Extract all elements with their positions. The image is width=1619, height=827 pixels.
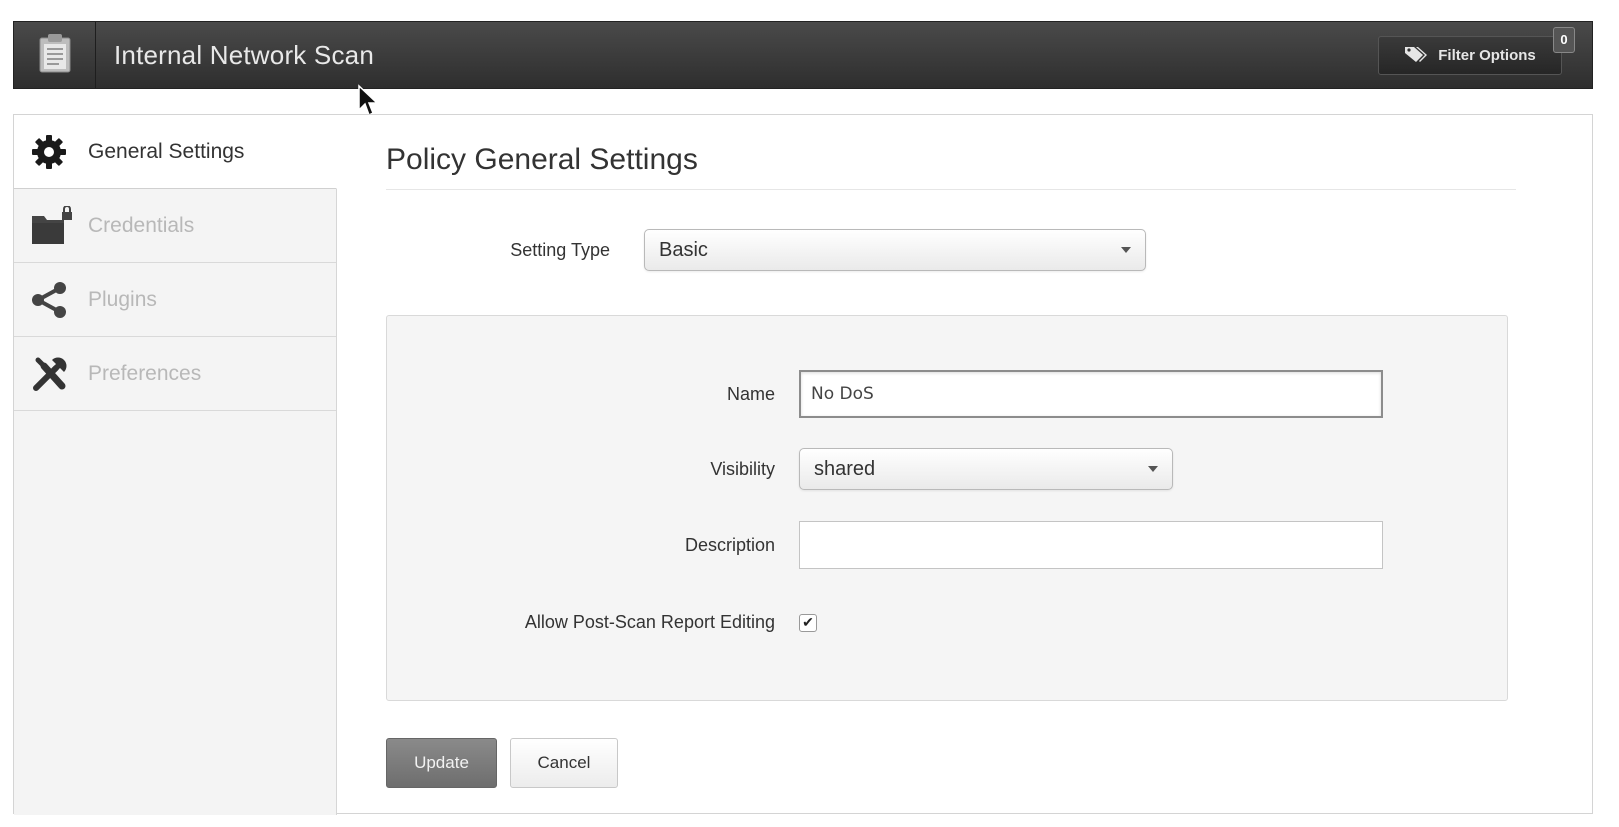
page-title: Policy General Settings — [386, 143, 1516, 190]
settings-content: Policy General Settings Setting Type Bas… — [386, 115, 1516, 788]
folder-lock-icon — [30, 205, 74, 246]
policy-panel: General Settings Credentials Plugins Pre… — [13, 114, 1593, 815]
sidebar-item-label: Preferences — [88, 361, 202, 385]
sidebar-item-plugins[interactable]: Plugins — [14, 263, 336, 337]
sidebar-item-label: General Settings — [88, 139, 245, 163]
tools-icon — [30, 354, 74, 394]
name-label: Name — [726, 383, 775, 404]
filter-count-badge: 0 — [1553, 27, 1575, 53]
allow-editing-row: Allow Post-Scan Report Editing ✔ — [387, 612, 817, 633]
sidebar-item-label: Plugins — [88, 287, 157, 311]
setting-type-label: Setting Type — [510, 239, 610, 260]
scan-title: Internal Network Scan — [114, 39, 374, 70]
update-button[interactable]: Update — [386, 738, 497, 788]
basic-settings-box: Name No DoS Visibility shared Descriptio… — [386, 315, 1508, 701]
allow-editing-checkbox[interactable]: ✔ — [799, 613, 817, 632]
logo — [14, 22, 96, 88]
tag-icon — [1404, 45, 1428, 67]
setting-type-row: Setting Type Basic — [386, 229, 1516, 271]
name-value: No DoS — [811, 384, 874, 404]
sidebar-item-preferences[interactable]: Preferences — [14, 337, 336, 411]
checkmark-icon: ✔ — [802, 614, 814, 630]
cancel-button[interactable]: Cancel — [510, 738, 618, 788]
setting-type-value: Basic — [659, 238, 708, 261]
filter-options-label: Filter Options — [1438, 47, 1536, 64]
visibility-select[interactable]: shared — [799, 448, 1173, 490]
chevron-down-icon — [1148, 466, 1158, 472]
description-label: Description — [684, 534, 775, 555]
allow-editing-label: Allow Post-Scan Report Editing — [524, 612, 775, 632]
filter-options-button[interactable]: Filter Options 0 — [1378, 27, 1575, 75]
top-bar: Internal Network Scan Filter Options 0 — [13, 21, 1593, 89]
visibility-value: shared — [814, 457, 876, 480]
description-row: Description — [387, 521, 1383, 569]
visibility-label: Visibility — [710, 458, 775, 479]
sidebar-item-general-settings[interactable]: General Settings — [14, 115, 337, 189]
setting-type-select[interactable]: Basic — [644, 229, 1146, 271]
name-field[interactable]: No DoS — [799, 370, 1383, 418]
settings-sidebar: General Settings Credentials Plugins Pre… — [14, 115, 337, 815]
description-field[interactable] — [799, 521, 1383, 569]
visibility-row: Visibility shared — [387, 448, 1173, 490]
chevron-down-icon — [1121, 247, 1131, 253]
name-row: Name No DoS — [387, 370, 1383, 418]
gear-icon — [30, 132, 74, 172]
sidebar-item-label: Credentials — [88, 213, 195, 237]
sidebar-item-credentials[interactable]: Credentials — [14, 189, 336, 263]
clipboard-icon — [39, 33, 71, 78]
share-nodes-icon — [30, 280, 74, 320]
